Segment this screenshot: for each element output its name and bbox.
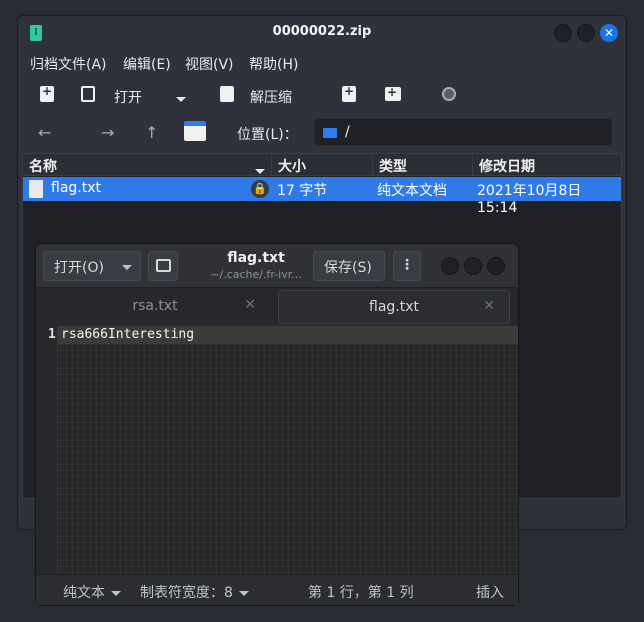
tab-bar: rsa.txt ✕ flag.txt ✕: [36, 288, 518, 326]
minimize-button[interactable]: [554, 24, 572, 42]
editor-minimize-button[interactable]: [441, 257, 459, 275]
tab-flag[interactable]: flag.txt ✕: [278, 290, 510, 324]
column-header-name-label: 名称: [29, 159, 57, 175]
back-arrow-icon[interactable]: ←: [38, 123, 51, 142]
menu-help[interactable]: 帮助(H): [249, 54, 298, 74]
column-header-size[interactable]: 大小: [272, 154, 373, 176]
menu-kebab-icon[interactable]: ⋮: [393, 251, 421, 281]
folder-icon: [323, 128, 337, 138]
editor-title: flag.txt: [227, 250, 285, 266]
add-file-icon[interactable]: [342, 84, 356, 102]
editor-window: 打开(O) flag.txt ~/.cache/.fr-ivr... 保存(S)…: [35, 243, 519, 606]
tab-flag-label: flag.txt: [369, 299, 419, 315]
column-header-name[interactable]: 名称: [23, 154, 272, 176]
tab-rsa-close-icon[interactable]: ✕: [244, 297, 256, 313]
new-tab-button[interactable]: [148, 251, 178, 281]
close-button[interactable]: ✕: [600, 24, 618, 42]
tab-width-selector[interactable]: 制表符宽度：8: [140, 582, 249, 602]
location-path: /: [345, 124, 350, 140]
editor-subtitle: ~/.cache/.fr-ivr...: [210, 268, 302, 281]
insert-mode: 插入: [476, 585, 504, 601]
tab-flag-close-icon[interactable]: ✕: [483, 298, 495, 314]
open-file-label: 打开(O): [54, 260, 104, 276]
stop-icon[interactable]: [442, 87, 456, 101]
text-area[interactable]: 1 rsa666Interesting: [36, 326, 518, 574]
line-number: 1: [48, 327, 56, 342]
tab-width-label: 制表符宽度：8: [140, 585, 233, 601]
file-name: flag.txt: [51, 180, 101, 196]
tab-rsa-label: rsa.txt: [132, 298, 178, 314]
lock-icon: 🔒: [251, 180, 269, 198]
archive-toolbar: 打开 解压缩: [18, 80, 626, 110]
archive-title: 00000022.zip: [272, 24, 372, 39]
location-field[interactable]: /: [314, 118, 612, 146]
up-arrow-icon[interactable]: ↑: [145, 123, 158, 142]
language-selector[interactable]: 纯文本: [63, 582, 121, 602]
location-bar: ← → ↑ 位置(L)： /: [18, 116, 626, 148]
open-file-button[interactable]: 打开(O): [43, 251, 141, 281]
extract-icon[interactable]: [220, 86, 234, 102]
file-type: 纯文本文档: [377, 183, 447, 199]
editor-close-button[interactable]: [487, 257, 505, 275]
home-folder-icon[interactable]: [184, 121, 206, 141]
extract-button[interactable]: 解压缩: [250, 87, 292, 107]
new-archive-icon[interactable]: [40, 84, 54, 102]
column-header-modified[interactable]: 修改日期: [473, 154, 621, 176]
location-label: 位置(L)：: [237, 127, 298, 143]
text-file-icon: [29, 180, 43, 198]
editor-headerbar: 打开(O) flag.txt ~/.cache/.fr-ivr... 保存(S)…: [36, 244, 518, 288]
menubar: 归档文件(A) 编辑(E) 视图(V) 帮助(H): [18, 50, 626, 74]
menu-edit[interactable]: 编辑(E): [123, 54, 171, 74]
language-chevron-down-icon: [111, 590, 121, 596]
line-gutter: [36, 326, 58, 574]
column-header-type[interactable]: 类型: [373, 154, 473, 176]
file-modified: 2021年10月8日 15:14: [477, 183, 582, 216]
archive-titlebar: 00000022.zip ✕: [18, 16, 626, 50]
tab-rsa[interactable]: rsa.txt ✕: [40, 290, 270, 324]
cursor-position[interactable]: 第 1 行，第 1 列: [308, 582, 414, 602]
editor-maximize-button[interactable]: [464, 257, 482, 275]
forward-arrow-icon[interactable]: →: [101, 123, 114, 142]
tab-width-chevron-down-icon: [238, 590, 249, 596]
open-chevron-down-icon: [116, 259, 132, 275]
code-line[interactable]: rsa666Interesting: [61, 327, 194, 342]
file-size: 17 字节: [277, 183, 328, 199]
maximize-button[interactable]: [577, 24, 595, 42]
add-folder-icon[interactable]: [385, 85, 401, 101]
save-button[interactable]: 保存(S): [313, 251, 385, 281]
open-archive-icon[interactable]: [81, 86, 95, 102]
language-label: 纯文本: [63, 585, 105, 601]
menu-view[interactable]: 视图(V): [185, 54, 234, 74]
open-button[interactable]: 打开: [114, 87, 142, 107]
editor-statusbar: 纯文本 制表符宽度：8 第 1 行，第 1 列 插入: [36, 574, 518, 605]
menu-archive[interactable]: 归档文件(A): [30, 54, 107, 74]
table-row[interactable]: flag.txt 🔒 17 字节 纯文本文档 2021年10月8日 15:14: [23, 177, 621, 216]
new-document-icon: [156, 259, 171, 272]
open-dropdown-chevron-down-icon[interactable]: [170, 91, 186, 107]
